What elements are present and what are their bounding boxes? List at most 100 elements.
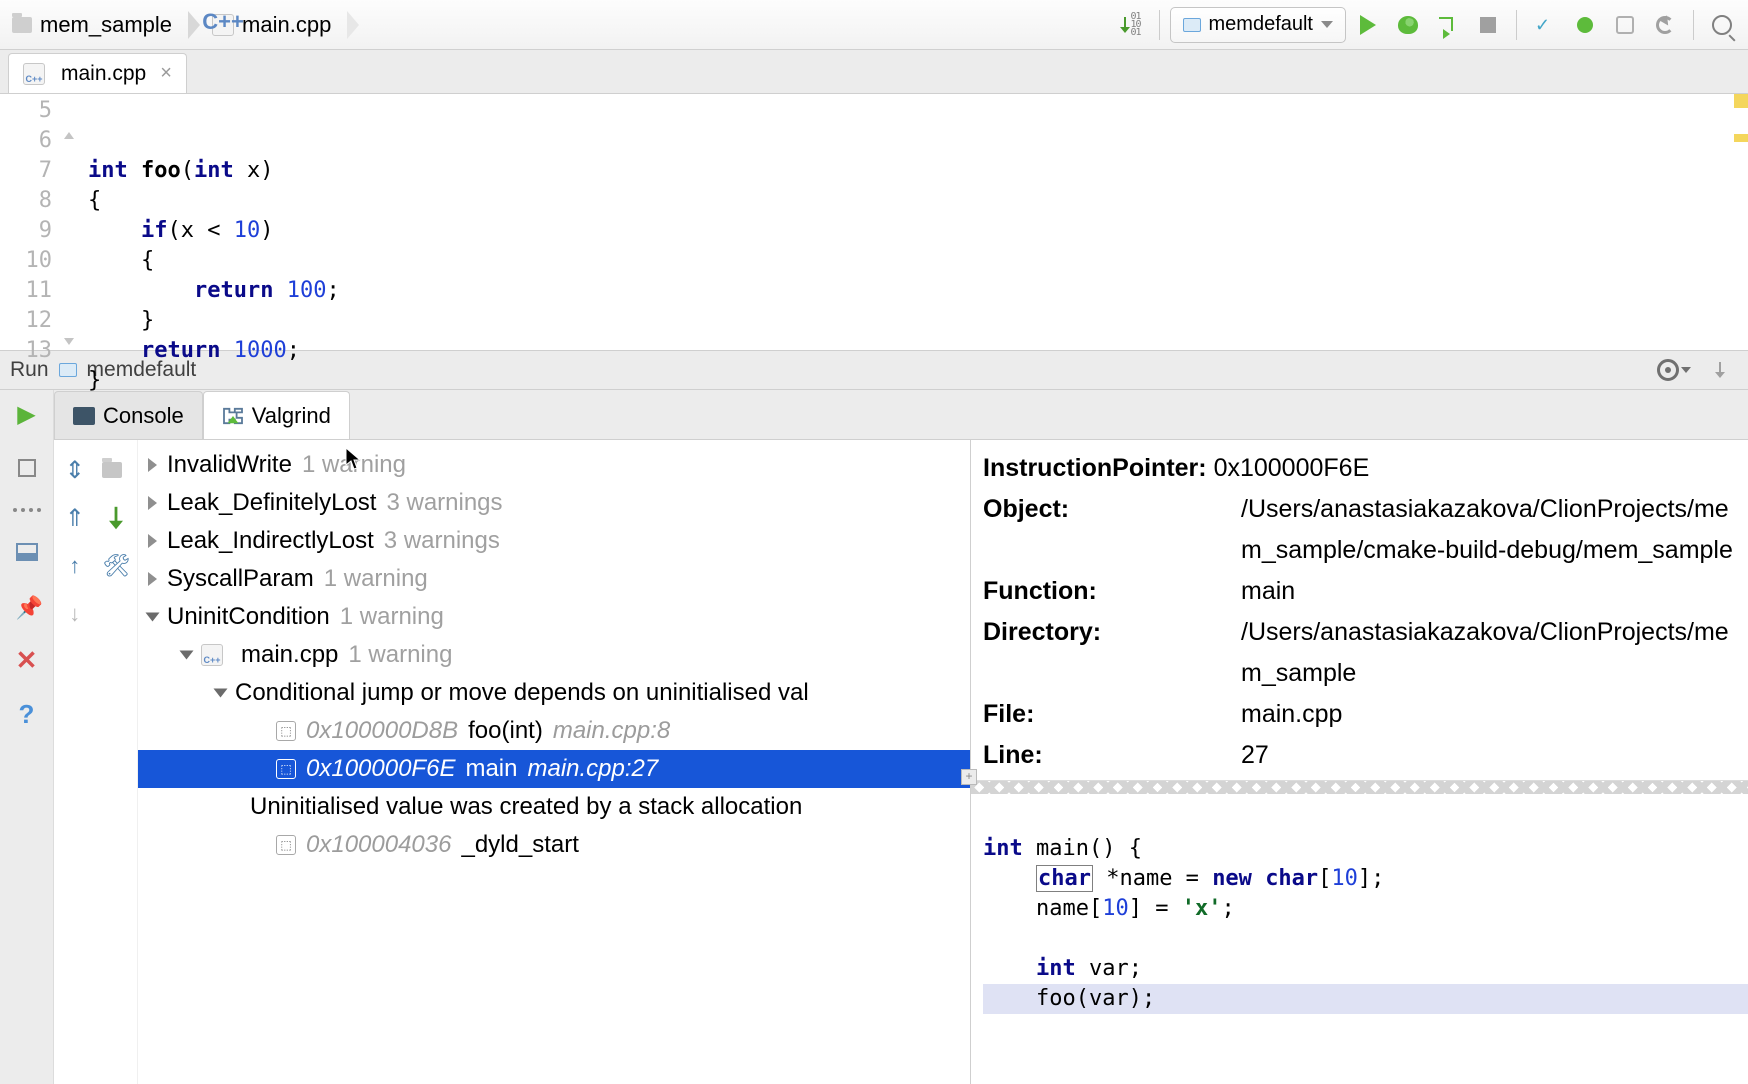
separator-dots [13,508,41,512]
details-val-function: main [1241,571,1738,612]
expand-toggle-icon[interactable] [148,534,157,548]
expand-up-icon: ⇑ [65,504,85,533]
details-key-function: Function: [983,571,1241,612]
source-preview[interactable]: int main() { char *name = new char[10]; … [971,794,1748,1084]
editor-code[interactable]: int foo(int x) { if(x < 10) { return 100… [88,94,340,350]
configuration-icon [59,363,77,377]
valgrind-icon [222,407,244,425]
search-icon [1712,15,1732,35]
stop-icon [18,459,36,477]
toolbar-right: 011001 memdefault ✓ [1113,0,1748,49]
run-panel-download-button[interactable] [1702,352,1738,388]
tree-category-uninitcondition[interactable]: UninitCondition 1 warning [138,598,970,636]
tree-category-syscallparam[interactable]: SyscallParam 1 warning [138,560,970,598]
pin-button[interactable]: 📌 [13,592,41,620]
tree-category-leak-definitelylost[interactable]: Leak_DefinitelyLost 3 warnings [138,484,970,522]
expand-toggle-icon[interactable] [180,651,194,660]
stripe-marker[interactable] [1734,94,1748,108]
tree-message-conditional-jump[interactable]: Conditional jump or move depends on unin… [138,674,970,712]
search-everywhere-button[interactable] [1704,7,1740,43]
expand-toggle-icon[interactable] [148,572,157,586]
run-sidebar: ▶ 📌 ✕ ? [0,390,54,1084]
download-binary-button[interactable]: 011001 [1113,7,1149,43]
tree-stack-frame-2[interactable]: ⬚ 0x100004036 _dyld_start [138,826,970,864]
details-val-directory: /Users/anastasiakazakova/ClionProjects/m… [1241,612,1738,694]
frame-details-table: InstructionPointer: 0x100000F6E Object: … [971,440,1748,780]
details-val-object: /Users/anastasiakazakova/ClionProjects/m… [1241,489,1738,571]
layout-button[interactable] [13,538,41,566]
collapse-icon: ⇕ [65,456,85,485]
preview-splitter[interactable] [971,780,1748,794]
breadcrumb: mem_sample C++ main.cpp [0,0,347,49]
settings-button[interactable]: 🛠 [101,551,131,581]
collapse-all-button[interactable]: ⇕ [60,455,90,485]
code-editor[interactable]: 5678910111213 int foo(int x) { if(x < 10… [0,94,1748,350]
rerun-icon: ▶ [17,400,35,429]
expand-toggle-icon[interactable] [146,613,160,622]
vcs-diff-button[interactable] [1607,7,1643,43]
vcs-commit-button[interactable] [1567,7,1603,43]
tree-file-main-cpp[interactable]: C++ main.cpp 1 warning [138,636,970,674]
tree-category-leak-indirectlylost[interactable]: Leak_IndirectlyLost 3 warnings [138,522,970,560]
cpp-file-icon: C++ [212,14,234,36]
cpp-file-icon: C++ [23,63,45,85]
breadcrumb-project[interactable]: mem_sample [0,0,188,49]
download-icon [1715,362,1725,378]
tree-submessage-stackalloc[interactable]: Uninitialised value was created by a sta… [138,788,970,826]
close-button[interactable]: ✕ [13,646,41,674]
layout-icon [16,543,38,561]
stop-run-button[interactable] [13,454,41,482]
download-button[interactable] [101,503,131,533]
run-configuration-label: memdefault [1209,13,1314,36]
run-panel-content: ⇕ ⇑ ↑ 🛠 ↓ InvalidWrite 1 warning Leak_De… [54,440,1748,1084]
highlighted-line: foo(var); [983,984,1748,1014]
debug-button[interactable] [1390,7,1426,43]
help-icon: ? [19,699,35,730]
rerun-button[interactable]: ▶ [13,400,41,428]
fold-close-icon[interactable] [64,338,74,345]
expand-toggle-icon[interactable] [148,496,157,510]
editor-gutter: 5678910111213 [0,94,64,350]
tab-valgrind-label: Valgrind [252,403,331,429]
editor-tab-label: main.cpp [61,62,146,86]
prev-button[interactable]: ↑ [60,551,90,581]
tab-console[interactable]: Console [54,391,203,439]
tree-stack-frame-0[interactable]: ⬚ 0x100000D8B foo(int) main.cpp:8 [138,712,970,750]
editor-error-stripe[interactable] [1734,94,1748,350]
undo-button[interactable] [1647,7,1683,43]
stop-button[interactable] [1470,7,1506,43]
download-icon [109,507,123,529]
run-configuration-selector[interactable]: memdefault [1170,7,1347,43]
chevron-down-icon [1321,21,1333,28]
fold-column[interactable] [64,94,88,350]
editor-tab-main-cpp[interactable]: C++ main.cpp × [8,53,187,93]
expand-toggle-icon[interactable] [148,458,157,472]
chevron-down-icon [1681,367,1691,373]
breadcrumb-file[interactable]: C++ main.cpp [200,0,347,49]
details-val-file: main.cpp [1241,694,1738,735]
arrow-down-icon: ↓ [69,601,80,627]
help-button[interactable]: ? [13,700,41,728]
valgrind-tree[interactable]: InvalidWrite 1 warning Leak_DefinitelyLo… [138,440,970,1084]
tree-stack-frame-1-selected[interactable]: ⬚ 0x100000F6E main main.cpp:27 [138,750,970,788]
run-button[interactable] [1350,7,1386,43]
download-icon [1120,17,1130,33]
run-panel-settings-button[interactable] [1656,352,1692,388]
tree-category-invalidwrite[interactable]: InvalidWrite 1 warning [138,446,970,484]
vcs-checkout-button[interactable]: ✓ [1527,7,1563,43]
bug-icon [1398,16,1418,34]
stackframe-icon: ⬚ [276,721,296,741]
step-into-button[interactable] [1430,7,1466,43]
run-panel-body: ▶ 📌 ✕ ? Console Valgrind ⇕ [0,390,1748,1084]
open-folder-button[interactable] [101,455,131,485]
fold-open-icon[interactable] [64,132,74,139]
tab-valgrind[interactable]: Valgrind [203,391,350,439]
pushpin-icon: 📌 [16,595,38,617]
expand-toggle-icon[interactable] [214,689,228,698]
expand-up-button[interactable]: ⇑ [60,503,90,533]
close-tab-icon[interactable]: × [160,62,172,85]
next-button[interactable]: ↓ [60,599,90,629]
vcs-diff-icon [1616,16,1634,34]
stripe-marker[interactable] [1734,134,1748,142]
stackframe-icon: ⬚ [276,759,296,779]
